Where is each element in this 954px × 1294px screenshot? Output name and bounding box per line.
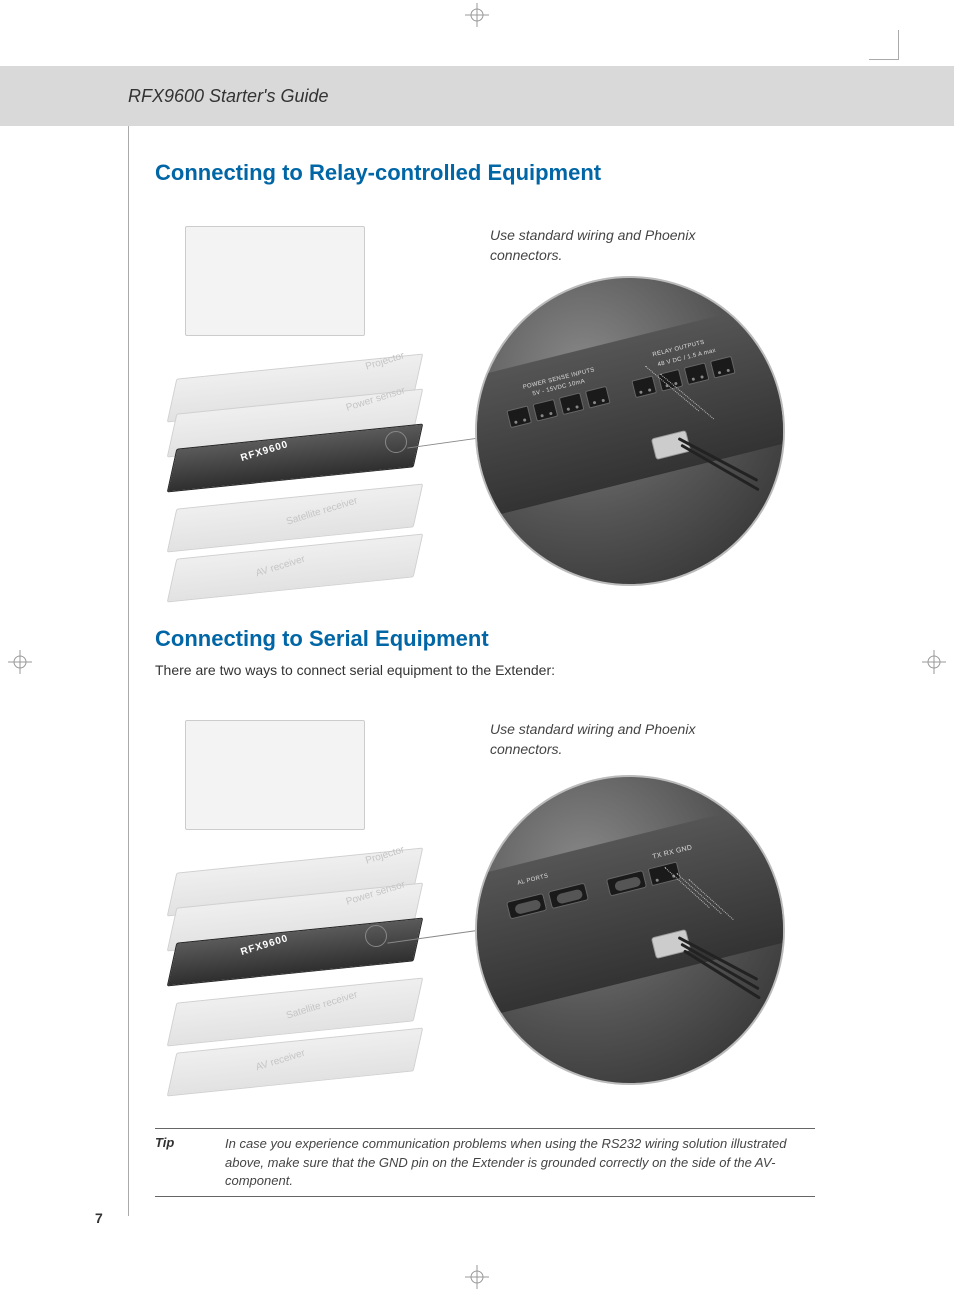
tip-text: In case you experience communication pro… xyxy=(225,1135,815,1190)
cable-assembly xyxy=(643,424,763,544)
page-header: RFX9600 Starter's Guide xyxy=(0,66,954,126)
figure-caption: Use standard wiring and Phoenix connecto… xyxy=(490,720,750,759)
registration-mark-icon xyxy=(922,650,946,674)
projector-screen-shape xyxy=(185,720,365,830)
registration-mark-icon xyxy=(465,3,489,27)
tip-label: Tip xyxy=(155,1135,195,1190)
registration-mark-icon xyxy=(8,650,32,674)
crop-corner-icon xyxy=(898,30,899,60)
figure-relay: Use standard wiring and Phoenix connecto… xyxy=(155,196,815,586)
leader-source xyxy=(385,431,407,453)
section-heading-relay: Connecting to Relay-controlled Equipment xyxy=(155,160,835,186)
figure-serial: Use standard wiring and Phoenix connecto… xyxy=(155,690,815,1090)
section-intro: There are two ways to connect serial equ… xyxy=(155,662,835,678)
margin-rule xyxy=(128,126,129,1216)
section-heading-serial: Connecting to Serial Equipment xyxy=(155,626,835,652)
equipment-rack-illustration: Projector Power sensor RFX9600 Satellite… xyxy=(155,740,455,1060)
magnifier-serial: AL PORTS TX RX GND xyxy=(475,775,785,1085)
leader-source xyxy=(365,925,387,947)
figure-caption: Use standard wiring and Phoenix connecto… xyxy=(490,226,750,265)
registration-mark-icon xyxy=(465,1265,489,1289)
magnifier-relay: POWER SENSE INPUTS 5V - 15VDC 10mA RELAY… xyxy=(475,276,785,586)
projector-screen-shape xyxy=(185,226,365,336)
tip-block: Tip In case you experience communication… xyxy=(155,1128,815,1197)
page-number: 7 xyxy=(95,1210,103,1226)
cable-assembly xyxy=(643,923,763,1043)
guide-title: RFX9600 Starter's Guide xyxy=(128,86,329,107)
equipment-rack-illustration: Projector Power sensor RFX9600 Satellite… xyxy=(155,246,455,566)
